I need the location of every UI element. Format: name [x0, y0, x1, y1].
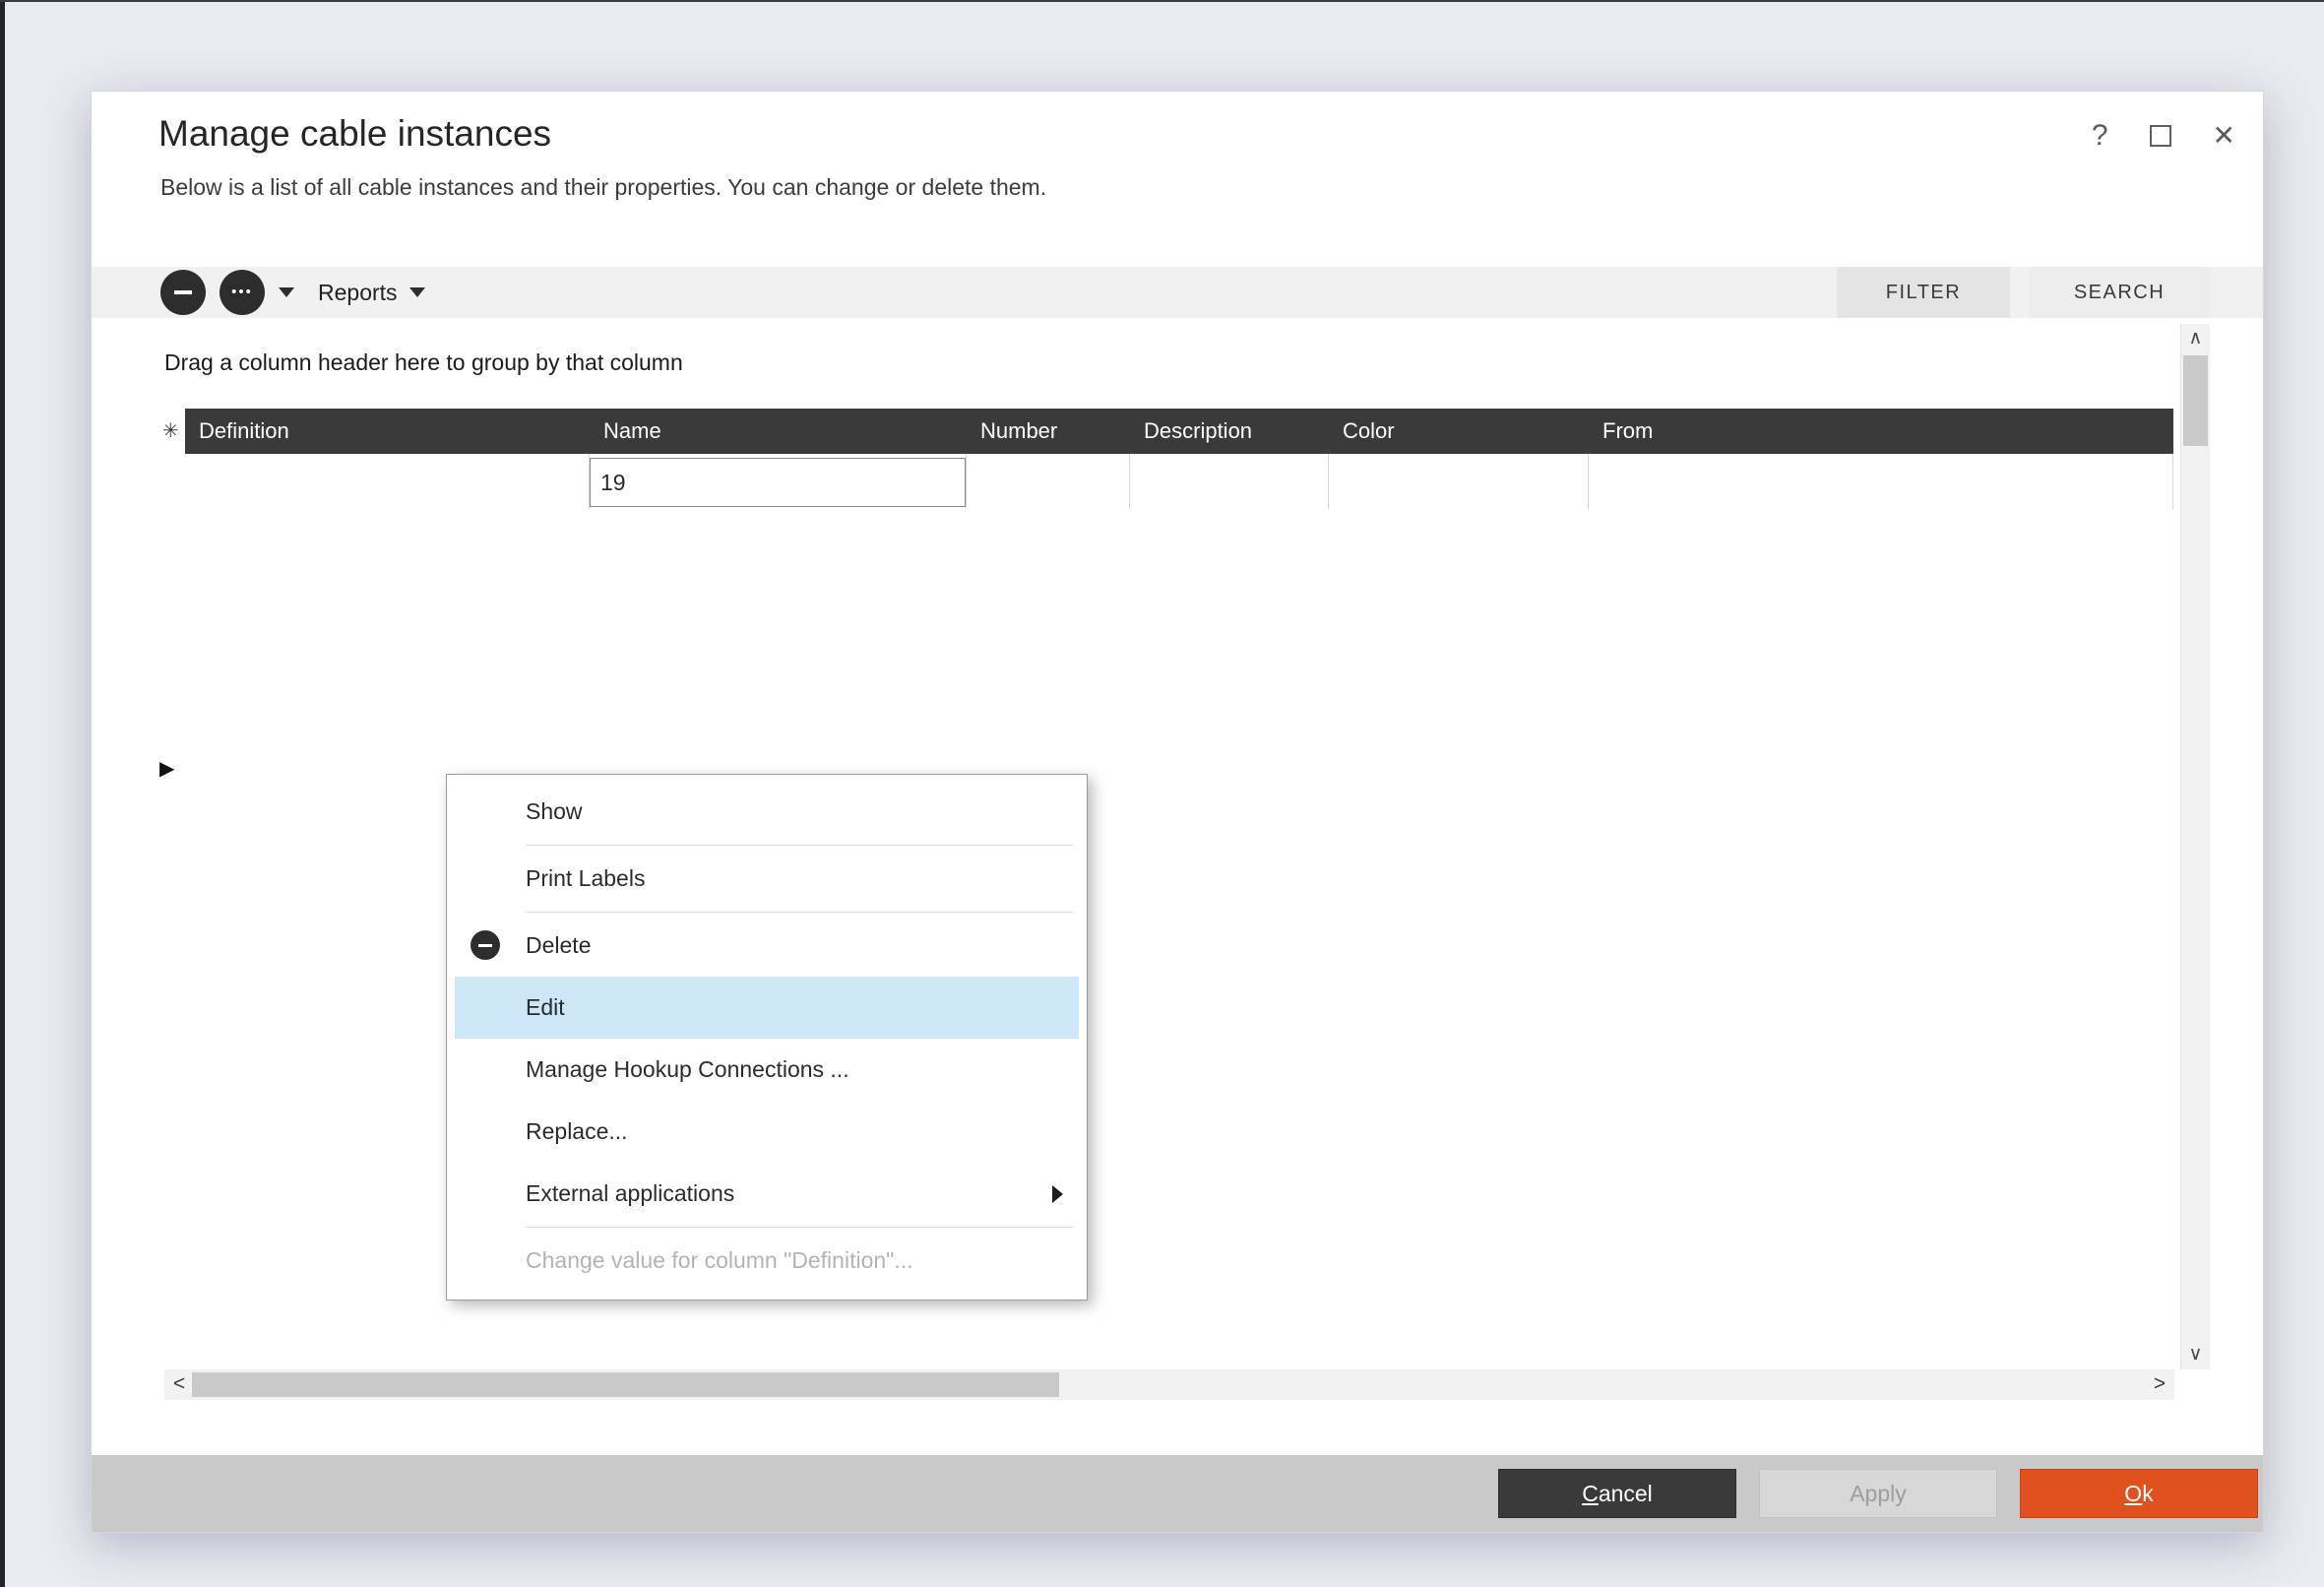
menu-divider: [526, 1227, 1073, 1228]
minus-icon: [174, 290, 192, 294]
reports-caret-icon: [409, 287, 425, 297]
menu-item-label: Change value for column "Definition"...: [526, 1247, 912, 1274]
manage-cable-instances-dialog: Manage cable instances Below is a list o…: [91, 91, 2264, 1533]
menu-item-external-applications[interactable]: External applications: [455, 1163, 1079, 1225]
menu-item-label: Show: [526, 798, 583, 825]
menu-item-label: Print Labels: [526, 865, 645, 892]
window-controls: ? ✕: [2092, 119, 2235, 153]
window-edge-left: [0, 0, 5, 1587]
reports-dropdown[interactable]: Reports: [318, 280, 425, 306]
menu-item-label: Edit: [526, 994, 565, 1021]
new-row-indicator-icon: ✳: [162, 418, 179, 443]
selected-row-indicator-icon: ▶: [159, 756, 174, 781]
column-header-color[interactable]: Color: [1329, 409, 1589, 454]
scroll-right-icon[interactable]: >: [2145, 1369, 2174, 1400]
window-edge-top: [0, 0, 2324, 2]
cable-instances-grid: Definition Name Number Description Color…: [185, 409, 2173, 509]
column-header-description[interactable]: Description: [1130, 409, 1329, 454]
minus-circle-icon: [471, 930, 500, 960]
delete-instance-button[interactable]: [160, 270, 206, 315]
dialog-footer: Cancel Apply Ok: [92, 1455, 2263, 1532]
menu-item-print-labels[interactable]: Print Labels: [455, 848, 1079, 910]
horizontal-scrollbar-thumb[interactable]: [192, 1372, 1059, 1397]
color-cell: [1329, 454, 1589, 509]
grid-edit-row: 19: [185, 454, 2173, 509]
filter-button[interactable]: FILTER: [1837, 267, 2010, 318]
name-edit-cell[interactable]: 19: [590, 458, 966, 507]
scroll-left-icon[interactable]: <: [164, 1369, 194, 1400]
column-header-definition[interactable]: Definition: [185, 409, 590, 454]
menu-divider: [526, 845, 1073, 846]
scroll-up-icon[interactable]: ∧: [2181, 324, 2210, 353]
submenu-arrow-icon: [1052, 1185, 1063, 1203]
menu-item-label: Replace...: [526, 1118, 628, 1145]
maximize-icon[interactable]: [2150, 125, 2171, 147]
from-cell: [1589, 454, 2173, 509]
menu-item-edit[interactable]: Edit: [455, 977, 1079, 1039]
more-actions-button[interactable]: •••: [220, 270, 265, 315]
description-cell: [1130, 454, 1329, 509]
menu-item-replace[interactable]: Replace...: [455, 1101, 1079, 1163]
more-actions-caret-icon[interactable]: [279, 287, 294, 297]
column-header-number[interactable]: Number: [967, 409, 1130, 454]
search-button[interactable]: SEARCH: [2029, 267, 2210, 318]
toolbar: ••• Reports FILTER SEARCH: [92, 267, 2263, 318]
help-icon[interactable]: ?: [2092, 119, 2108, 153]
group-by-hint: Drag a column header here to group by th…: [164, 349, 683, 376]
apply-button: Apply: [1759, 1469, 1997, 1518]
vertical-scrollbar[interactable]: ∧ ∨: [2180, 324, 2210, 1369]
number-cell: [967, 454, 1130, 509]
horizontal-scrollbar[interactable]: < >: [164, 1369, 2174, 1400]
ok-button[interactable]: Ok: [2020, 1469, 2258, 1518]
scroll-down-icon[interactable]: ∨: [2181, 1340, 2210, 1369]
cancel-button[interactable]: Cancel: [1498, 1469, 1736, 1518]
column-header-from[interactable]: From: [1589, 409, 2173, 454]
vertical-scrollbar-thumb[interactable]: [2183, 355, 2208, 446]
menu-item-label: Manage Hookup Connections ...: [526, 1056, 849, 1083]
toolbar-left-group: ••• Reports: [160, 267, 425, 318]
reports-label: Reports: [318, 280, 398, 306]
column-header-name[interactable]: Name: [590, 409, 967, 454]
name-cell: 19: [590, 454, 967, 509]
menu-item-label: External applications: [526, 1180, 734, 1207]
page-title: Manage cable instances: [158, 113, 551, 155]
menu-item-change-value-for-column: Change value for column "Definition"...: [455, 1230, 1079, 1292]
menu-item-delete[interactable]: Delete: [455, 915, 1079, 977]
desktop-background: Manage cable instances Below is a list o…: [0, 0, 2324, 1587]
dialog-subtitle: Below is a list of all cable instances a…: [160, 174, 1046, 201]
definition-cell: [185, 454, 590, 509]
menu-divider: [526, 912, 1073, 913]
menu-item-manage-hookup-connections[interactable]: Manage Hookup Connections ...: [455, 1039, 1079, 1101]
ellipsis-icon: •••: [231, 270, 253, 315]
menu-item-label: Delete: [526, 932, 591, 959]
close-icon[interactable]: ✕: [2213, 119, 2235, 153]
menu-item-show[interactable]: Show: [455, 781, 1079, 843]
grid-header: Definition Name Number Description Color…: [185, 409, 2173, 454]
context-menu: Show Print Labels Delete Edit Manage Hoo…: [446, 774, 1088, 1301]
